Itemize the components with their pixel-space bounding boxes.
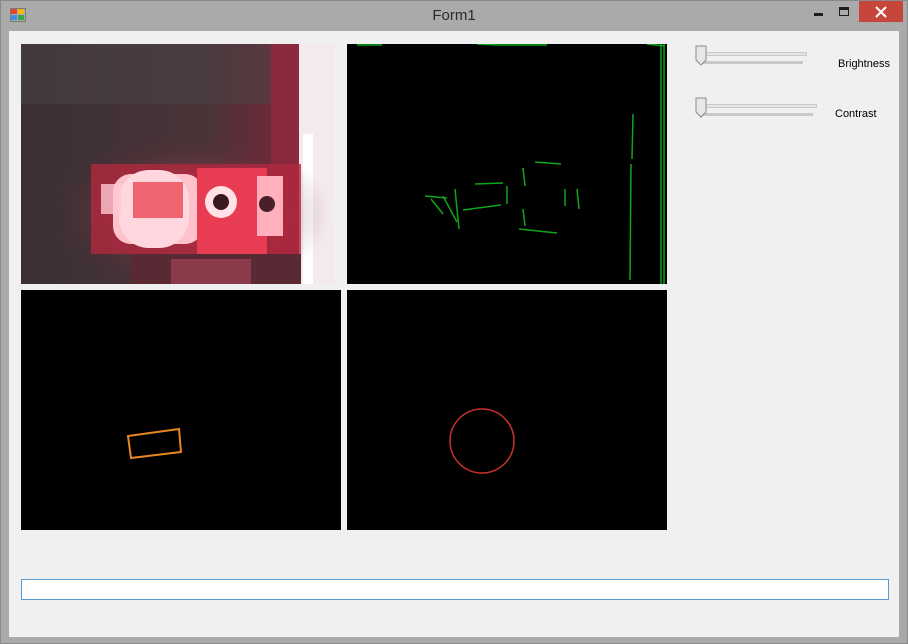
edge-segment-20 xyxy=(430,198,444,215)
edge-lines-picturebox xyxy=(347,44,667,284)
close-icon xyxy=(875,5,887,18)
edge-segment-6 xyxy=(631,113,634,160)
brightness-ticks xyxy=(699,61,803,64)
detected-circle xyxy=(449,408,515,474)
edge-segment-12 xyxy=(462,204,502,211)
status-textbox[interactable] xyxy=(21,579,889,600)
title-bar[interactable]: Form1 xyxy=(1,1,907,31)
minimize-icon xyxy=(813,13,823,16)
brightness-track xyxy=(699,52,807,56)
edge-line-segments xyxy=(357,44,666,284)
edge-segment-7 xyxy=(629,163,632,281)
rectangle-outline xyxy=(126,427,183,460)
contrast-trackbar[interactable] xyxy=(695,97,817,123)
camera-feed-picturebox xyxy=(21,44,334,284)
edge-segment-1 xyxy=(476,44,498,46)
edge-segment-15 xyxy=(534,161,562,165)
edge-segment-11 xyxy=(474,182,504,185)
edge-segment-17 xyxy=(522,208,526,227)
brightness-trackbar[interactable] xyxy=(695,45,815,71)
form-client-area: Brightness Contrast xyxy=(9,31,899,637)
maximize-button[interactable] xyxy=(831,1,857,22)
detected-rectangle xyxy=(126,427,183,460)
brightness-slider-thumb[interactable] xyxy=(695,45,707,67)
circle-detection-picturebox xyxy=(347,290,667,530)
edge-segment-14 xyxy=(522,167,526,187)
contrast-slider-thumb[interactable] xyxy=(695,97,707,119)
contrast-label: Contrast xyxy=(835,108,877,120)
minimize-button[interactable] xyxy=(805,1,831,22)
brightness-label: Brightness xyxy=(838,58,890,70)
camera-image xyxy=(21,44,334,284)
form-window: Form1 Brightness Contrast xyxy=(0,0,908,644)
edge-segment-3 xyxy=(646,44,666,47)
edge-segment-9 xyxy=(442,195,458,223)
close-button[interactable] xyxy=(859,1,903,22)
contrast-track xyxy=(699,104,817,108)
edge-segment-10 xyxy=(454,188,460,230)
edge-segment-16 xyxy=(518,228,558,234)
rectangle-detection-picturebox xyxy=(21,290,341,530)
circle-outline xyxy=(449,408,515,474)
edge-segment-19 xyxy=(576,188,580,210)
window-title: Form1 xyxy=(432,7,476,24)
contrast-ticks xyxy=(699,113,813,116)
maximize-icon xyxy=(839,7,849,16)
